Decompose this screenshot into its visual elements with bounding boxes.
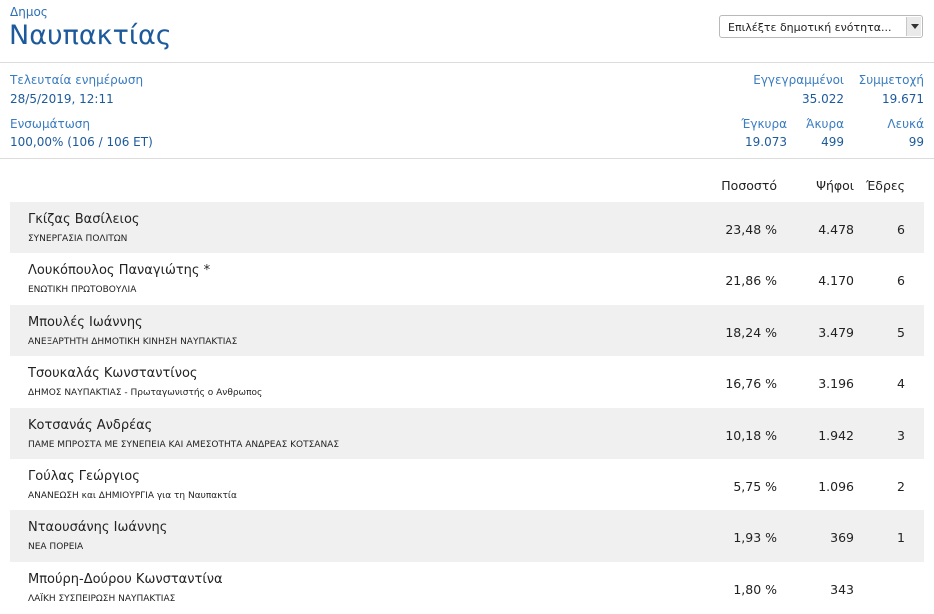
blank-label: Λευκά: [887, 117, 924, 131]
municipality-type: Δημος: [10, 5, 48, 19]
registered-label: Εγγεγραμμένοι: [753, 73, 844, 87]
party-name: ΑΝΑΝΕΩΣΗ και ΔΗΜΙΟΥΡΓΙΑ για τη Ναυπακτία: [28, 490, 237, 501]
candidate-name: Τσουκαλάς Κωνσταντίνος: [28, 366, 198, 382]
seats-cell: 3: [897, 427, 905, 443]
integration-value: 100,00% (106 / 106 ΕΤ): [10, 135, 153, 149]
party-name: ΕΝΩΤΙΚΗ ΠΡΩΤΟΒΟΥΛΙΑ: [28, 285, 137, 296]
party-name: ΝΕΑ ΠΟΡΕΙΑ: [28, 542, 84, 553]
last-update-value: 28/5/2019, 12:11: [10, 92, 114, 106]
votes-cell: 4.170: [818, 273, 854, 289]
votes-cell: 3.479: [818, 324, 854, 340]
table-row[interactable]: Γκίζας Βασίλειος ΣΥΝΕΡΓΑΣΙΑ ΠΟΛΙΤΩΝ 23,4…: [10, 202, 924, 254]
party-name: ΑΝΕΞΑΡΤΗΤΗ ΔΗΜΟΤΙΚΗ ΚΙΝΗΣΗ ΝΑΥΠΑΚΤΙΑΣ: [28, 336, 238, 347]
percent-cell: 10,18 %: [725, 427, 777, 443]
votes-cell: 1.942: [818, 427, 854, 443]
party-name: ΔΗΜΟΣ ΝΑΥΠΑΚΤΙΑΣ - Πρωταγωνιστής ο Ανθρω…: [28, 388, 263, 399]
municipal-unit-select[interactable]: Επιλέξτε δημοτική ενότητα...: [719, 15, 923, 38]
invalid-value: 499: [821, 135, 844, 149]
column-header-percent: Ποσοστό: [721, 178, 777, 193]
table-row[interactable]: Μπουλές Ιωάννης ΑΝΕΞΑΡΤΗΤΗ ΔΗΜΟΤΙΚΗ ΚΙΝΗ…: [10, 304, 924, 357]
invalid-label: Άκυρα: [806, 117, 844, 131]
percent-cell: 21,86 %: [725, 273, 777, 289]
seats-cell: 6: [897, 222, 905, 237]
chevron-down-icon[interactable]: [906, 17, 921, 36]
candidate-name: Μπουλές Ιωάννης: [28, 314, 143, 330]
percent-cell: 1,80 %: [733, 581, 777, 597]
party-name: ΣΥΝΕΡΓΑΣΙΑ ΠΟΛΙΤΩΝ: [28, 234, 128, 244]
results-table: Ποσοστό Ψήφοι Έδρες Γκίζας Βασίλειος ΣΥΝ…: [10, 158, 924, 613]
candidate-name: Νταουσάνης Ιωάννης: [28, 520, 168, 536]
percent-cell: 1,93 %: [733, 530, 777, 546]
column-header-votes: Ψήφοι: [816, 178, 854, 193]
turnout-value: 19.671: [882, 92, 924, 106]
candidate-name: Κοτσανάς Ανδρέας: [28, 417, 153, 433]
column-header-seats: Έδρες: [865, 178, 905, 193]
municipal-unit-select-value: Επιλέξτε δημοτική ενότητα...: [728, 21, 892, 34]
votes-cell: 369: [830, 530, 854, 546]
percent-cell: 16,76 %: [725, 376, 777, 392]
table-row[interactable]: Νταουσάνης Ιωάννης ΝΕΑ ΠΟΡΕΙΑ 1,93 % 369…: [10, 510, 924, 562]
percent-cell: 5,75 %: [733, 478, 777, 494]
page-title: Ναυπακτίας: [9, 20, 172, 51]
candidate-name: Λουκόπουλος Παναγιώτης *: [28, 263, 211, 279]
percent-cell: 18,24 %: [725, 324, 777, 340]
candidate-name: Μπούρη-Δούρου Κωνσταντίνα: [28, 571, 223, 587]
votes-cell: 3.196: [818, 376, 854, 392]
last-update-label: Τελευταία ενημέρωση: [10, 73, 144, 87]
turnout-label: Συμμετοχή: [858, 73, 924, 87]
valid-value: 19.073: [745, 135, 787, 149]
table-row[interactable]: Τσουκαλάς Κωνσταντίνος ΔΗΜΟΣ ΝΑΥΠΑΚΤΙΑΣ …: [10, 356, 924, 407]
table-row[interactable]: Γούλας Γεώργιος ΑΝΑΝΕΩΣΗ και ΔΗΜΙΟΥΡΓΙΑ …: [10, 459, 924, 510]
party-name: ΠΑΜΕ ΜΠΡΟΣΤΑ ΜΕ ΣΥΝΕΠΕΙΑ ΚΑΙ ΑΜΕΣΟΤΗΤΑ Α…: [28, 439, 340, 450]
blank-value: 99: [908, 135, 924, 149]
registered-value: 35.022: [802, 92, 844, 106]
table-row[interactable]: Μπούρη-Δούρου Κωνσταντίνα ΛΑΪΚΗ ΣΥΣΠΕΙΡΩ…: [10, 562, 924, 613]
table-row[interactable]: Λουκόπουλος Παναγιώτης * ΕΝΩΤΙΚΗ ΠΡΩΤΟΒΟ…: [10, 253, 924, 304]
votes-cell: 4.478: [818, 222, 854, 237]
candidate-name: Γούλας Γεώργιος: [28, 468, 140, 484]
stats-panel: Τελευταία ενημέρωση 28/5/2019, 12:11 Ενσ…: [0, 63, 934, 159]
percent-cell: 23,48 %: [725, 222, 777, 237]
valid-label: Έγκυρα: [741, 117, 787, 131]
seats-cell: 1: [897, 530, 905, 546]
seats-cell: 4: [897, 376, 905, 392]
seats-cell: 2: [897, 478, 905, 494]
candidate-name: Γκίζας Βασίλειος: [28, 212, 140, 227]
seats-cell: 6: [897, 273, 905, 289]
votes-cell: 343: [830, 581, 854, 597]
page-header: Δημος Ναυπακτίας Επιλέξτε δημοτική ενότη…: [0, 0, 934, 63]
table-header: Ποσοστό Ψήφοι Έδρες: [10, 158, 924, 202]
integration-label: Ενσωμάτωση: [10, 117, 90, 131]
table-row[interactable]: Κοτσανάς Ανδρέας ΠΑΜΕ ΜΠΡΟΣΤΑ ΜΕ ΣΥΝΕΠΕΙ…: [10, 407, 924, 459]
votes-cell: 1.096: [818, 478, 854, 494]
party-name: ΛΑΪΚΗ ΣΥΣΠΕΙΡΩΣΗ ΝΑΥΠΑΚΤΙΑΣ: [28, 593, 176, 604]
seats-cell: 5: [897, 324, 905, 340]
